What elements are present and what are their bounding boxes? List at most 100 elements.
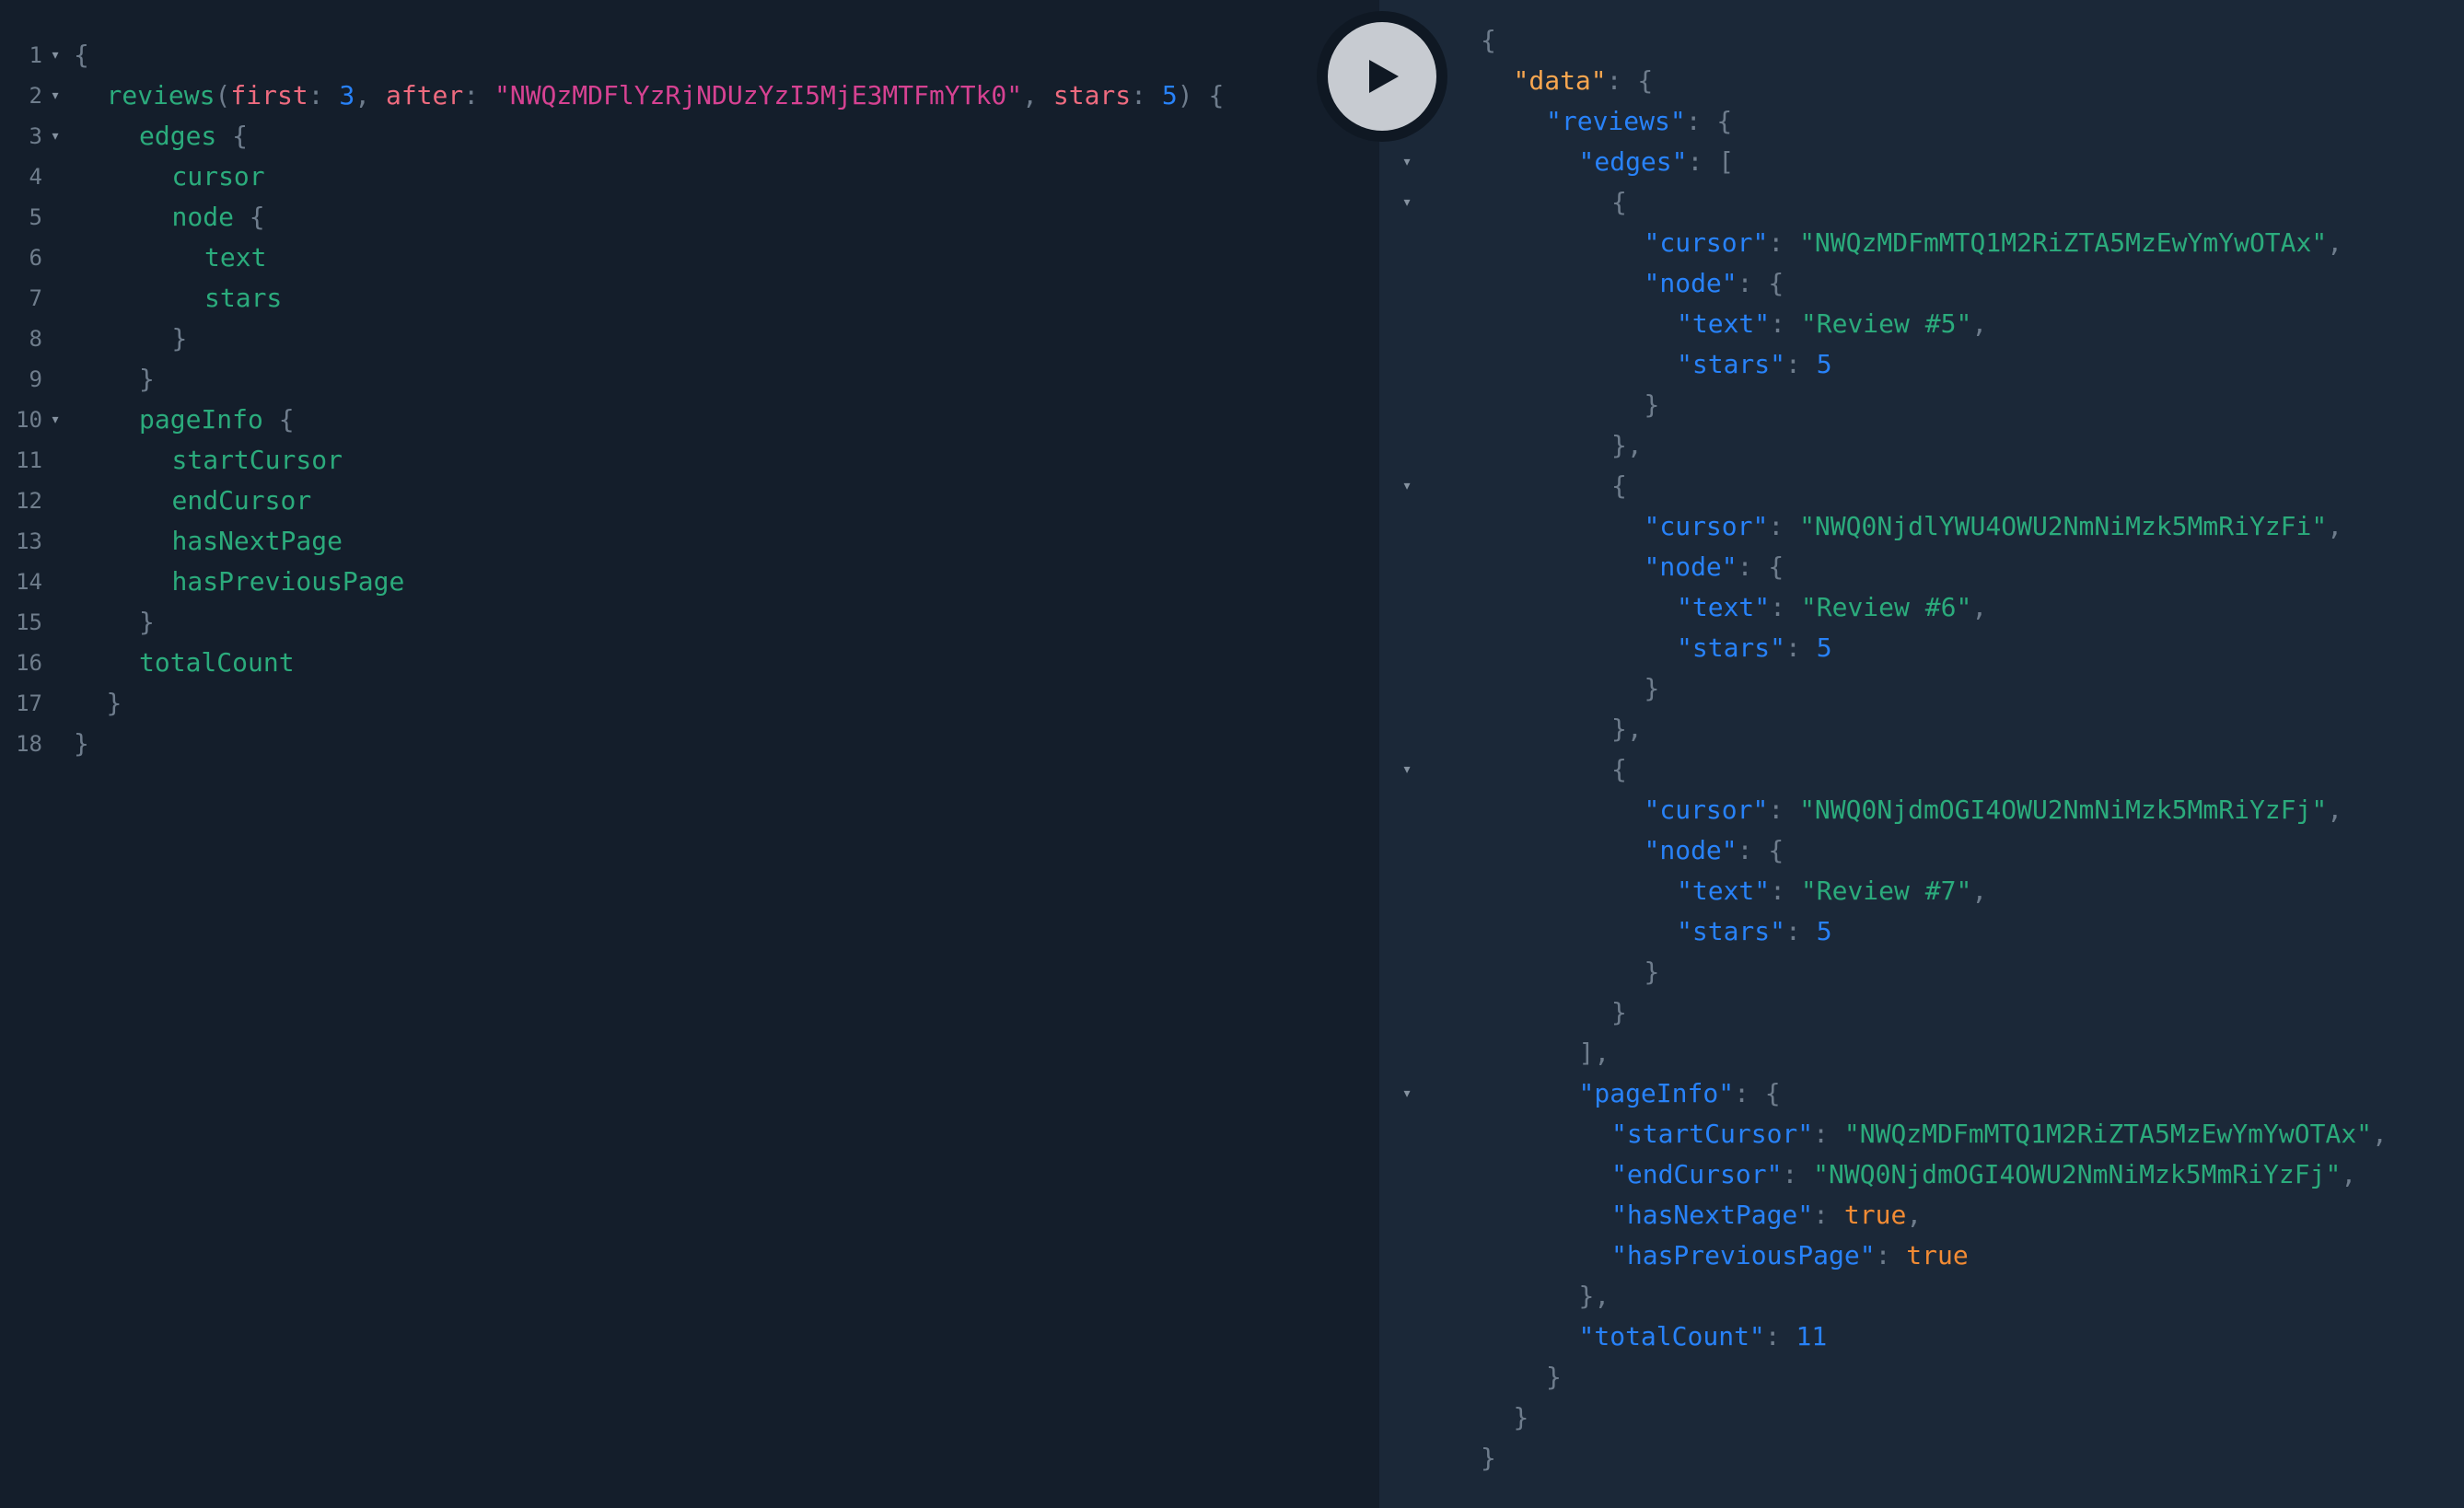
code-token: true: [1843, 1200, 1907, 1230]
code-token: :: [1770, 592, 1801, 622]
code-token: "NWQzMDFmMTQ1M2RiZTA5MzEwYmYwOTAx": [1843, 1119, 2373, 1149]
code-token: ],: [1578, 1038, 1610, 1068]
query-line[interactable]: 16 totalCount: [0, 643, 1379, 683]
fold-arrow-icon[interactable]: ▾: [1398, 182, 1416, 223]
code-line: }: [1481, 992, 1627, 1033]
query-line[interactable]: 5 node {: [0, 197, 1379, 238]
code-line: }: [1481, 952, 1660, 992]
code-token: "node": [1644, 835, 1738, 865]
result-line: },: [1379, 709, 2464, 749]
query-line[interactable]: 9}: [0, 359, 1379, 400]
fold-arrow-icon[interactable]: ▾: [46, 400, 64, 440]
code-line: hasNextPage: [74, 521, 343, 562]
fold-arrow-icon[interactable]: ▾: [46, 35, 64, 75]
code-token: stars: [1052, 80, 1132, 110]
query-line[interactable]: 12 endCursor: [0, 481, 1379, 521]
code-token: :: [1813, 1119, 1844, 1149]
result-line: "cursor": "NWQ0NjdmOGI4OWU2NmNiMzk5MmRiY…: [1379, 790, 2464, 830]
fold-arrow-icon[interactable]: ▾: [1398, 142, 1416, 182]
code-token: "stars": [1677, 632, 1786, 663]
code-line: "pageInfo": {: [1481, 1073, 1781, 1114]
query-line[interactable]: 11 startCursor: [0, 440, 1379, 481]
query-line[interactable]: 6 text: [0, 238, 1379, 278]
query-line[interactable]: 3 ▾ edges {: [0, 116, 1379, 157]
result-line: "cursor": "NWQzMDFmMTQ1M2RiZTA5MzEwYmYwO…: [1379, 223, 2464, 263]
code-line: "stars": 5: [1481, 911, 1832, 952]
code-line: {: [1481, 20, 1496, 61]
line-number: 7: [29, 285, 42, 311]
code-line: {: [1481, 749, 1627, 790]
result-line: "text": "Review #5",: [1379, 304, 2464, 344]
result-line: },: [1379, 425, 2464, 466]
code-line: "data": {: [1481, 61, 1654, 101]
code-token: first: [230, 80, 308, 110]
query-line[interactable]: 7 stars: [0, 278, 1379, 319]
code-line: "node": {: [1481, 263, 1784, 304]
code-token: "cursor": [1644, 795, 1769, 825]
code-token: :: [1785, 916, 1817, 946]
code-token: {: [74, 40, 89, 70]
code-token: : {: [1685, 106, 1733, 136]
code-line: totalCount: [74, 643, 295, 683]
code-token: "stars": [1677, 916, 1786, 946]
fold-arrow-icon[interactable]: ▾: [1398, 749, 1416, 790]
code-token: : {: [1606, 65, 1654, 96]
code-line: "text": "Review #5",: [1481, 304, 1987, 344]
code-token: :: [1768, 795, 1800, 825]
query-line[interactable]: 2 ▾ reviews(first: 3, after: "NWQzMDFlYzRj…: [0, 75, 1379, 116]
code-token: cursor: [171, 161, 265, 191]
query-line[interactable]: 4 cursor: [0, 157, 1379, 197]
graphiql-app: 1 ▾{2 ▾ reviews(first: 3, after: "NWQzMDFlY…: [0, 0, 2464, 1508]
code-token: ,: [1971, 592, 1988, 622]
query-line[interactable]: 17}: [0, 683, 1379, 724]
code-token: 11: [1796, 1321, 1828, 1351]
line-number: 6: [29, 245, 42, 271]
fold-arrow-icon[interactable]: ▾: [46, 116, 64, 157]
query-editor[interactable]: 1 ▾{2 ▾ reviews(first: 3, after: "NWQzMDFlY…: [0, 35, 1379, 764]
code-token: "NWQ0NjdmOGI4OWU2NmNiMzk5MmRiYzFj": [1813, 1159, 2342, 1189]
code-token: 3: [339, 80, 355, 110]
code-token: "pageInfo": [1578, 1078, 1735, 1108]
code-token: }: [1644, 389, 1660, 420]
result-line: "totalCount": 11: [1379, 1317, 2464, 1357]
query-line[interactable]: 14 hasPreviousPage: [0, 562, 1379, 602]
code-token: ,: [2327, 511, 2343, 541]
result-line: }: [1379, 1438, 2464, 1479]
result-line: "node": {: [1379, 830, 2464, 871]
code-token: "endCursor": [1611, 1159, 1783, 1189]
code-line: "stars": 5: [1481, 628, 1832, 668]
code-token: ,: [2327, 227, 2343, 258]
result-line: }: [1379, 992, 2464, 1033]
query-line[interactable]: 13 hasNextPage: [0, 521, 1379, 562]
code-token: node: [171, 202, 234, 232]
code-line: hasPreviousPage: [74, 562, 405, 602]
code-token: }: [1611, 997, 1627, 1027]
line-number: 17: [16, 690, 42, 716]
query-line[interactable]: 8}: [0, 319, 1379, 359]
fold-arrow-icon[interactable]: ▾: [1398, 1073, 1416, 1114]
code-token: }: [139, 607, 155, 637]
fold-arrow-icon[interactable]: ▾: [46, 75, 64, 116]
code-line: reviews(first: 3, after: "NWQzMDFlYzRjND…: [74, 75, 1225, 116]
code-token: "hasNextPage": [1611, 1200, 1814, 1230]
code-line: }: [74, 602, 155, 643]
query-line[interactable]: 1 ▾ {: [0, 35, 1379, 75]
code-token: "text": [1677, 876, 1771, 906]
query-editor-pane[interactable]: 1 ▾{2 ▾ reviews(first: 3, after: "NWQzMDFlY…: [0, 0, 1379, 1508]
line-number: 9: [29, 366, 42, 392]
code-token: {: [233, 202, 265, 232]
fold-arrow-icon[interactable]: ▾: [1398, 466, 1416, 506]
code-token: "stars": [1677, 349, 1786, 379]
execute-query-button[interactable]: [1317, 11, 1447, 142]
code-token: ,: [2372, 1119, 2388, 1149]
code-token: "startCursor": [1611, 1119, 1814, 1149]
code-token: endCursor: [171, 485, 312, 516]
query-line[interactable]: 18}: [0, 724, 1379, 764]
code-line: "stars": 5: [1481, 344, 1832, 385]
play-icon: [1369, 60, 1399, 93]
line-number: 18: [16, 731, 42, 757]
code-token: ,: [1971, 308, 1988, 339]
query-line[interactable]: 15}: [0, 602, 1379, 643]
code-token: :: [1770, 308, 1801, 339]
query-line[interactable]: 10 ▾ pageInfo {: [0, 400, 1379, 440]
